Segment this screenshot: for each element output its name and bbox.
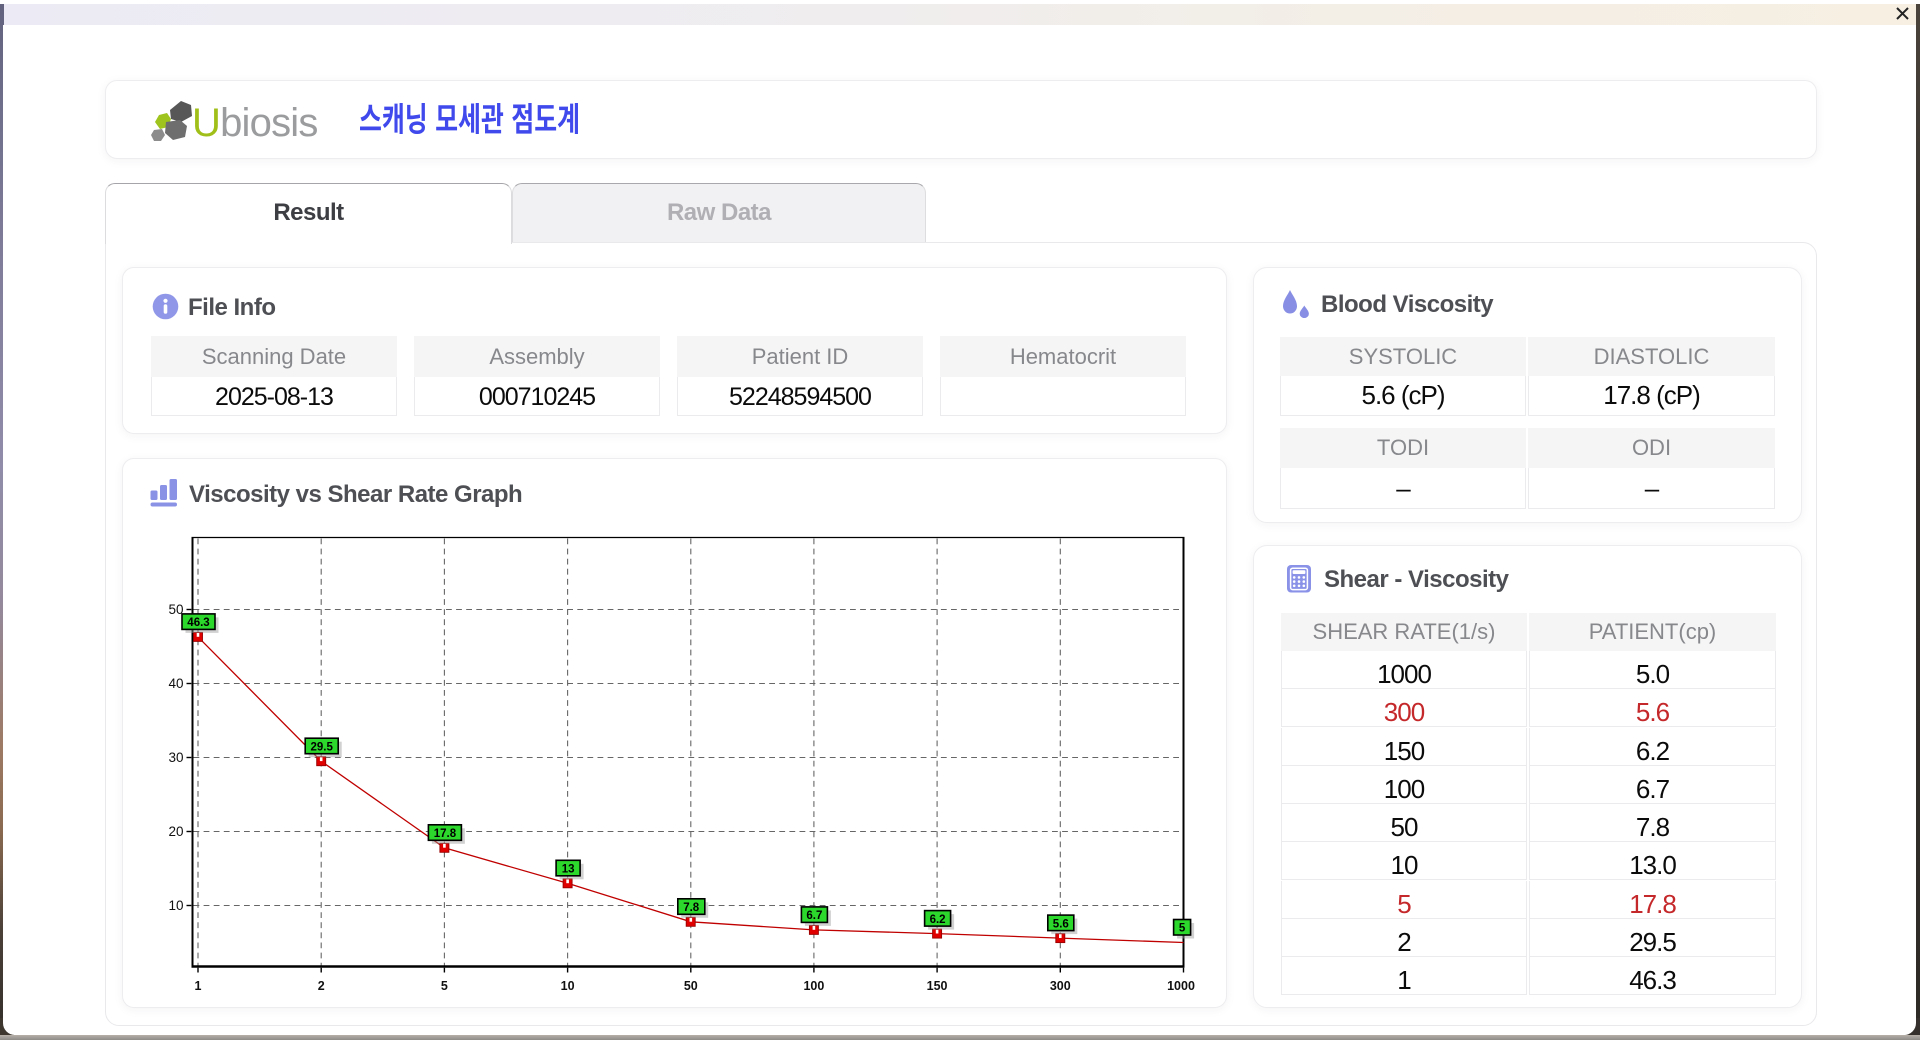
- svg-text:150: 150: [927, 979, 948, 993]
- svg-text:20: 20: [168, 824, 183, 839]
- svg-text:10: 10: [561, 979, 575, 993]
- svg-text:1: 1: [195, 979, 202, 993]
- svg-text:5: 5: [1179, 923, 1186, 935]
- svg-text:40: 40: [168, 676, 183, 691]
- svg-text:2: 2: [318, 979, 325, 993]
- svg-text:6.7: 6.7: [806, 910, 822, 922]
- svg-text:29.5: 29.5: [311, 741, 334, 753]
- svg-text:7.8: 7.8: [683, 902, 700, 914]
- svg-text:5: 5: [441, 979, 448, 993]
- svg-text:1000: 1000: [1167, 979, 1195, 993]
- svg-text:46.3: 46.3: [187, 617, 209, 629]
- svg-text:6.2: 6.2: [930, 914, 946, 926]
- svg-text:50: 50: [684, 979, 698, 993]
- svg-text:300: 300: [1050, 979, 1071, 993]
- svg-text:13: 13: [562, 864, 575, 876]
- svg-text:17.8: 17.8: [434, 828, 457, 840]
- svg-text:10: 10: [168, 898, 183, 913]
- svg-text:100: 100: [803, 979, 824, 993]
- svg-text:30: 30: [168, 750, 183, 765]
- svg-text:5.6: 5.6: [1053, 918, 1069, 930]
